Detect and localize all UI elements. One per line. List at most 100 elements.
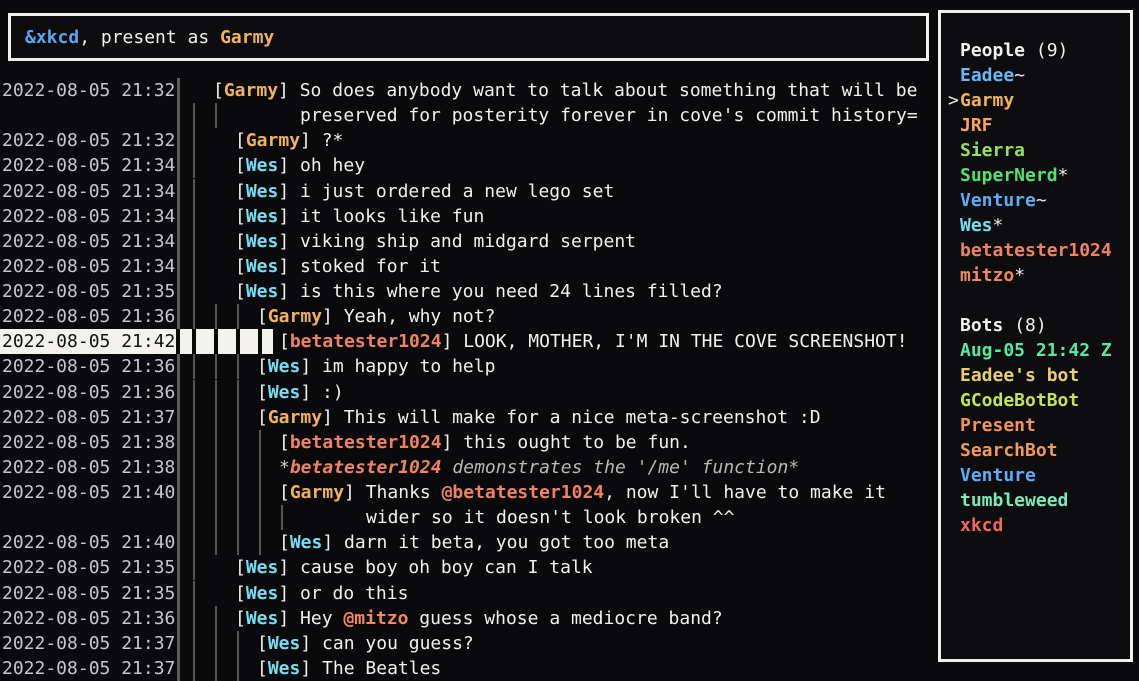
message-nick[interactable]: Wes bbox=[268, 382, 301, 403]
nick-bracket: ] bbox=[278, 583, 300, 604]
message-timestamp: 2022-08-05 21:32 bbox=[2, 78, 175, 103]
bots-list-item[interactable]: xkcd bbox=[941, 513, 1130, 538]
message-body: [Garmy] Yeah, why not? bbox=[257, 304, 495, 329]
chat-message-row[interactable]: 2022-08-05 21:40[Garmy] Thanks @betatest… bbox=[0, 480, 939, 505]
bots-list-item[interactable]: Venture bbox=[941, 463, 1130, 488]
roster-nick[interactable]: Sierra bbox=[960, 140, 1025, 161]
message-nick[interactable]: Garmy bbox=[268, 306, 322, 327]
people-list-item[interactable]: Eadee~ bbox=[941, 63, 1130, 88]
message-nick[interactable]: Wes bbox=[290, 532, 323, 553]
roster-nick[interactable]: SuperNerd bbox=[960, 165, 1058, 186]
bots-list-item[interactable]: SearchBot bbox=[941, 438, 1130, 463]
message-nick[interactable]: Wes bbox=[246, 231, 279, 252]
people-list-item[interactable]: SuperNerd* bbox=[941, 163, 1130, 188]
chat-message-row[interactable]: 2022-08-05 21:38[betatester1024] this ou… bbox=[0, 430, 939, 455]
message-nick[interactable]: Wes bbox=[246, 281, 279, 302]
chat-message-row[interactable]: 2022-08-05 21:34[Wes] viking ship and mi… bbox=[0, 229, 939, 254]
nick-bracket: [ bbox=[235, 231, 246, 252]
message-nick[interactable]: Wes bbox=[246, 155, 279, 176]
bots-list-item[interactable]: tumbleweed bbox=[941, 488, 1130, 513]
people-list-item[interactable]: betatester1024 bbox=[941, 238, 1130, 263]
bots-header: Bots (8) bbox=[941, 313, 1130, 338]
chat-action-row[interactable]: 2022-08-05 21:38*betatester1024 demonstr… bbox=[0, 455, 939, 480]
message-nick[interactable]: Wes bbox=[246, 206, 279, 227]
chat-message-row[interactable]: 2022-08-05 21:40[Wes] darn it beta, you … bbox=[0, 530, 939, 555]
chat-message-row[interactable]: 2022-08-05 21:35 [Wes] is this where you … bbox=[0, 279, 939, 304]
thread-indent-guide bbox=[193, 606, 195, 631]
roster-nick[interactable]: xkcd bbox=[960, 515, 1003, 536]
roster-nick[interactable]: JRF bbox=[960, 115, 993, 136]
message-nick[interactable]: Garmy bbox=[290, 482, 344, 503]
mention[interactable]: @mitzo bbox=[343, 608, 408, 629]
bots-list-item[interactable]: Aug-05 21:42 Z bbox=[941, 338, 1130, 363]
message-nick[interactable]: betatester1024 bbox=[290, 432, 442, 453]
message-nick[interactable]: Garmy bbox=[224, 80, 278, 101]
message-nick[interactable]: Wes bbox=[268, 633, 301, 654]
message-nick[interactable]: Wes bbox=[246, 256, 279, 277]
chat-message-row[interactable]: 2022-08-05 21:35[Wes] or do this bbox=[0, 581, 939, 606]
message-nick[interactable]: Wes bbox=[246, 608, 279, 629]
chat-message-row[interactable]: 2022-08-05 21:36[Wes] im happy to help bbox=[0, 354, 939, 379]
message-nick[interactable]: Garmy bbox=[268, 407, 322, 428]
chat-message-row[interactable]: 2022-08-05 21:35[Wes] cause boy oh boy c… bbox=[0, 555, 939, 580]
chat-message-row[interactable]: 2022-08-05 21:42[betatester1024] LOOK, M… bbox=[0, 329, 939, 354]
chat-message-row[interactable]: 2022-08-05 21:37[Wes] The Beatles bbox=[0, 656, 939, 681]
chat-message-row[interactable]: wider so it doesn't look broken ^^ bbox=[0, 505, 939, 530]
channel-header: &xkcd, present as Garmy bbox=[8, 13, 929, 61]
chat-message-row[interactable]: 2022-08-05 21:34[Wes] i just ordered a n… bbox=[0, 179, 939, 204]
roster-nick[interactable]: betatester1024 bbox=[960, 240, 1112, 261]
people-list-item[interactable]: Sierra bbox=[941, 138, 1130, 163]
message-nick[interactable]: Wes bbox=[246, 557, 279, 578]
people-list-item[interactable]: JRF bbox=[941, 113, 1130, 138]
roster-nick[interactable]: SearchBot bbox=[960, 440, 1058, 461]
message-nick[interactable]: Garmy bbox=[246, 130, 300, 151]
message-text: is this where you need 24 lines filled? bbox=[300, 281, 723, 302]
chat-message-row[interactable]: 2022-08-05 21:36[Wes] Hey @mitzo guess w… bbox=[0, 606, 939, 631]
message-body: [betatester1024] LOOK, MOTHER, I'M IN TH… bbox=[279, 329, 908, 354]
bots-list-item[interactable]: GCodeBotBot bbox=[941, 388, 1130, 413]
message-nick[interactable]: betatester1024 bbox=[290, 331, 442, 352]
roster-nick[interactable]: Eadee bbox=[960, 65, 1014, 86]
bots-list-item[interactable]: Present bbox=[941, 413, 1130, 438]
people-list-item[interactable]: mitzo* bbox=[941, 263, 1130, 288]
message-nick[interactable]: Wes bbox=[246, 181, 279, 202]
chat-message-row[interactable]: 2022-08-05 21:34[Wes] stoked for it bbox=[0, 254, 939, 279]
message-nick[interactable]: betatester1024 bbox=[290, 457, 442, 478]
roster-nick[interactable]: Aug-05 21:42 Z bbox=[960, 340, 1112, 361]
nick-bracket: ] bbox=[300, 658, 322, 679]
chat-message-row[interactable]: 2022-08-05 21:34[Wes] oh hey bbox=[0, 153, 939, 178]
chat-message-row[interactable]: 2022-08-05 21:36[Wes] :) bbox=[0, 380, 939, 405]
chat-log[interactable]: 2022-08-05 21:32[Garmy] So does anybody … bbox=[0, 78, 939, 681]
people-list-item[interactable]: >Garmy bbox=[941, 88, 1130, 113]
chat-message-row[interactable]: 2022-08-05 21:34[Wes] it looks like fun bbox=[0, 204, 939, 229]
roster-nick[interactable]: Venture bbox=[960, 465, 1036, 486]
thread-indent-guide bbox=[259, 455, 261, 480]
message-text: this ought to be fun. bbox=[463, 432, 691, 453]
message-nick[interactable]: Wes bbox=[268, 356, 301, 377]
roster-nick[interactable]: Venture bbox=[960, 190, 1036, 211]
people-list-item[interactable]: Venture~ bbox=[941, 188, 1130, 213]
thread-indent-guide bbox=[193, 505, 195, 530]
message-timestamp: 2022-08-05 21:35 bbox=[2, 279, 175, 304]
roster-nick[interactable]: tumbleweed bbox=[960, 490, 1068, 511]
message-body: [Wes] can you guess? bbox=[257, 631, 474, 656]
chat-message-row[interactable]: 2022-08-05 21:36[Garmy] Yeah, why not? bbox=[0, 304, 939, 329]
mention[interactable]: @betatester1024 bbox=[442, 482, 605, 503]
roster-nick[interactable]: Wes bbox=[960, 215, 993, 236]
people-list-item[interactable]: Wes* bbox=[941, 213, 1130, 238]
roster-nick[interactable]: Eadee's bot bbox=[960, 365, 1079, 386]
roster-nick[interactable]: Garmy bbox=[960, 90, 1014, 111]
bots-list-item[interactable]: Eadee's bot bbox=[941, 363, 1130, 388]
message-nick[interactable]: Wes bbox=[246, 583, 279, 604]
chat-message-row[interactable]: 2022-08-05 21:37[Garmy] This will make f… bbox=[0, 405, 939, 430]
chat-message-row[interactable]: 2022-08-05 21:32[Garmy] ?* bbox=[0, 128, 939, 153]
message-nick[interactable]: Wes bbox=[268, 658, 301, 679]
chat-message-row[interactable]: 2022-08-05 21:37[Wes] can you guess? bbox=[0, 631, 939, 656]
chat-message-row[interactable]: preserved for posterity forever in cove'… bbox=[0, 103, 939, 128]
chat-message-row[interactable]: 2022-08-05 21:32[Garmy] So does anybody … bbox=[0, 78, 939, 103]
roster-nick[interactable]: mitzo bbox=[960, 265, 1014, 286]
roster-nick[interactable]: Present bbox=[960, 415, 1036, 436]
roster-nick[interactable]: GCodeBotBot bbox=[960, 390, 1079, 411]
message-text: cause boy oh boy can I talk bbox=[300, 557, 593, 578]
message-body: [Wes] is this where you need 24 lines fi… bbox=[235, 279, 723, 304]
